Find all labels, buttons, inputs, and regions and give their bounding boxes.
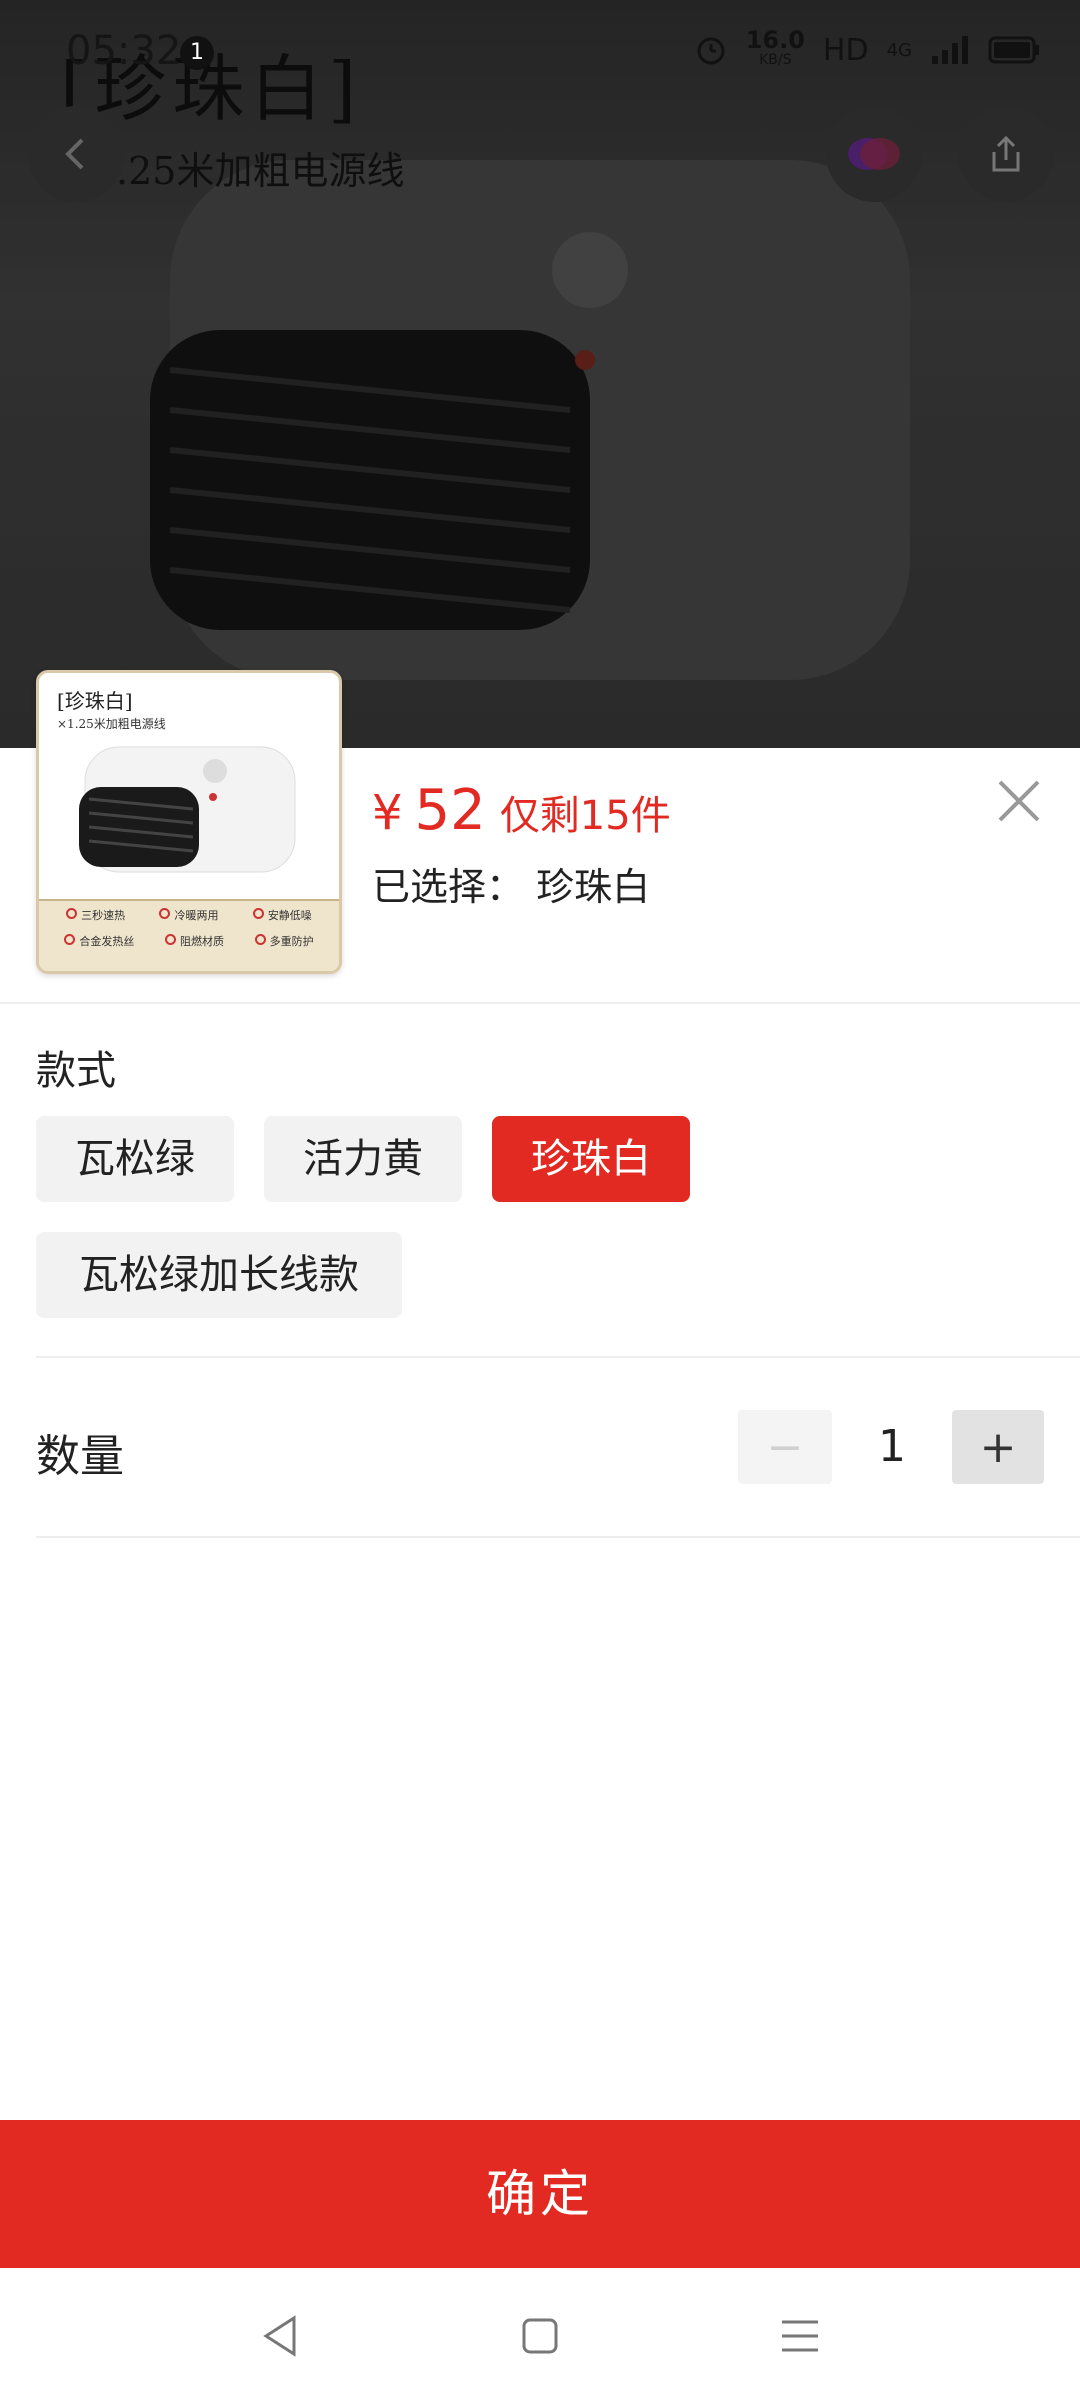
- feature-item: 三秒速热: [66, 907, 125, 923]
- price-row: ¥ 52 仅剩15件: [372, 778, 671, 843]
- hd-indicator: HD: [822, 32, 869, 68]
- feature-item: 阻燃材质: [164, 933, 224, 949]
- feature-text: 冷暖两用: [174, 909, 219, 922]
- signal-icon: [932, 36, 968, 64]
- feature-text: 阻燃材质: [179, 935, 224, 948]
- battery-icon: [988, 36, 1039, 64]
- divider: [36, 1356, 1080, 1358]
- thumbnail-sublabel: ×1.25米加粗电源线: [57, 717, 166, 731]
- chevron-left-icon: [65, 138, 84, 170]
- nav-menu-icon[interactable]: [776, 2312, 824, 2360]
- style-option-zhenzhubai[interactable]: 珍珠白: [492, 1116, 690, 1202]
- style-option-wasonglv-long-cord[interactable]: 瓦松绿加长线款: [36, 1232, 402, 1318]
- stock-remaining: 仅剩15件: [499, 793, 671, 839]
- feature-item: 冷暖两用: [159, 907, 218, 923]
- feature-text: 合金发热丝: [79, 935, 135, 948]
- sku-selector-sheet: [珍珠白] ×1.25米加粗电源线 三秒速热 冷暖两用 安静低噪 合金发热丝 阻…: [0, 670, 1080, 2120]
- feature-text: 多重防护: [269, 935, 314, 948]
- share-button[interactable]: [958, 106, 1054, 202]
- selected-variant: 已选择： 珍珠白: [372, 865, 651, 909]
- quantity-increase-button[interactable]: +: [952, 1410, 1044, 1484]
- network-type: 4G: [886, 39, 912, 61]
- feature-text: 三秒速热: [81, 909, 126, 922]
- style-option-huolihuang[interactable]: 活力黄: [264, 1116, 462, 1202]
- thumbnail-heater-image: [79, 746, 296, 873]
- feature-item: 安静低噪: [252, 907, 312, 923]
- style-option-wasonglv[interactable]: 瓦松绿: [36, 1116, 234, 1202]
- brand-logo-icon: [848, 138, 900, 170]
- product-page-background: [珍珠白] ×1.25米加粗电源线 05:32 1 16.0 KB/S HD 4…: [0, 0, 1080, 748]
- thumbnail-features: 三秒速热 冷暖两用 安静低噪 合金发热丝 阻燃材质 多重防护: [39, 899, 339, 971]
- status-bar: 05:32 1 16.0 KB/S HD 4G: [0, 0, 1080, 100]
- thumbnail-features-row-1: 三秒速热 冷暖两用 安静低噪: [39, 901, 339, 923]
- notification-badge: 1: [180, 36, 214, 70]
- network-speed: 16.0 KB/S: [745, 26, 805, 70]
- feature-item: 多重防护: [254, 933, 314, 949]
- status-right-group: 16.0 KB/S HD 4G: [694, 26, 1040, 70]
- price-currency: ¥: [372, 785, 403, 841]
- divider: [0, 1002, 1080, 1004]
- alarm-icon: [697, 37, 725, 65]
- nav-back-icon[interactable]: [256, 2312, 304, 2360]
- feature-text: 安静低噪: [267, 909, 312, 922]
- dim-overlay[interactable]: [0, 0, 1080, 748]
- close-icon[interactable]: [992, 774, 1046, 828]
- network-speed-value: 16.0: [745, 26, 805, 54]
- share-icon: [992, 135, 1020, 172]
- quantity-label: 数量: [36, 1431, 124, 1482]
- store-brand-button[interactable]: [826, 106, 922, 202]
- thumbnail-features-row-2: 合金发热丝 阻燃材质 多重防护: [39, 923, 339, 949]
- quantity-value[interactable]: 1: [852, 1410, 932, 1484]
- feature-item: 合金发热丝: [64, 933, 134, 949]
- divider: [36, 1536, 1080, 1538]
- thumbnail-label: [珍珠白]: [57, 689, 133, 713]
- confirm-button[interactable]: 确定: [0, 2120, 1080, 2268]
- back-button[interactable]: [28, 106, 124, 202]
- style-section-label: 款式: [36, 1048, 116, 1094]
- status-time: 05:32: [66, 28, 182, 74]
- quantity-decrease-button[interactable]: −: [738, 1410, 832, 1484]
- price-value: 52: [414, 778, 486, 843]
- product-thumbnail: [珍珠白] ×1.25米加粗电源线 三秒速热 冷暖两用 安静低噪 合金发热丝 阻…: [36, 670, 342, 974]
- nav-home-icon[interactable]: [516, 2312, 564, 2360]
- system-navigation-bar: [0, 2268, 1080, 2400]
